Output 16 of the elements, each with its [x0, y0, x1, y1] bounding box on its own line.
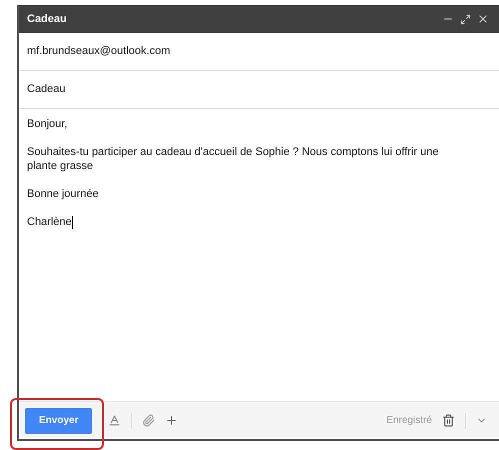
message-body[interactable]: Bonjour, Souhaites-tu participer au cadeau d'accueil de Sophie ? Nous comptons lui offrir une plante grasse Bonne journée Charlène	[19, 109, 499, 401]
to-field[interactable]: mf.brundseaux@outlook.com	[19, 33, 499, 71]
subject-field[interactable]: Cadeau	[19, 71, 499, 109]
expand-icon[interactable]	[460, 14, 471, 24]
body-paragraph: Charlène	[27, 215, 72, 229]
plus-icon[interactable]	[165, 414, 178, 427]
body-paragraph: Bonne journée	[27, 187, 99, 201]
paperclip-icon[interactable]	[142, 414, 156, 427]
text-format-icon[interactable]	[108, 414, 122, 427]
window-title: Cadeau	[27, 12, 67, 27]
body-paragraph: Bonjour,	[27, 117, 68, 131]
save-status: Enregistré	[386, 414, 432, 428]
close-icon[interactable]	[477, 13, 489, 25]
body-paragraph: Souhaites-tu participer au cadeau d'accueil de Sophie ? Nous comptons lui offrir une plante grasse	[27, 145, 440, 173]
trash-icon[interactable]	[442, 414, 455, 427]
send-button[interactable]: Envoyer	[25, 408, 92, 434]
